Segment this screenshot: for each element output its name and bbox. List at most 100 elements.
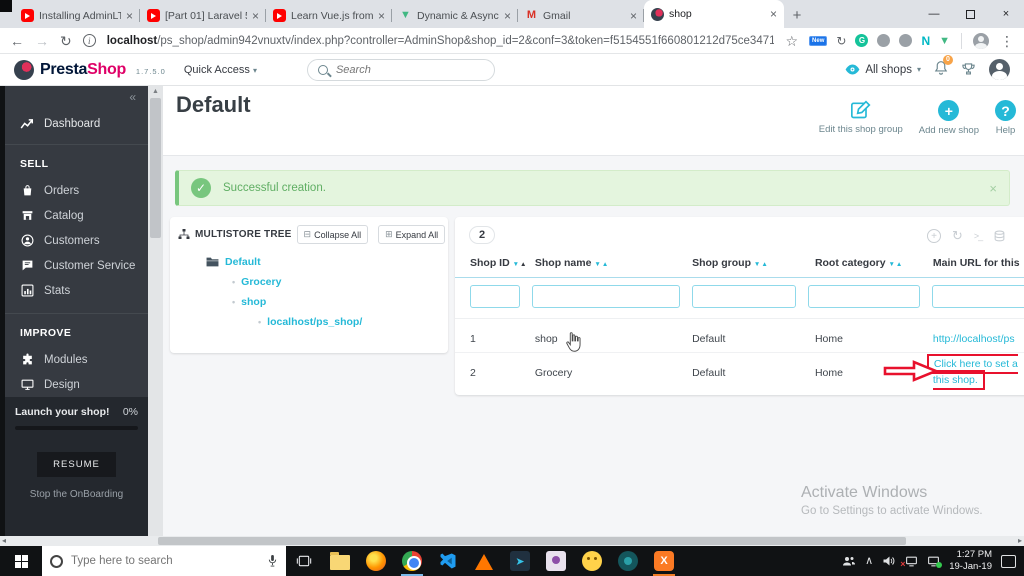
browser-tab-1[interactable]: Installing AdminLTE 3 o × (14, 3, 140, 28)
minimize-button[interactable]: — (916, 0, 952, 28)
xampp-icon[interactable]: X (646, 546, 682, 576)
column-header-root-category[interactable]: Root category ▼▲ (815, 257, 933, 269)
grammarly-icon[interactable]: G (855, 34, 869, 47)
app-icon-teal[interactable] (610, 546, 646, 576)
sort-up-icon[interactable]: ▲ (761, 261, 768, 268)
extension-icon[interactable] (899, 34, 913, 47)
app-icon-emoji[interactable] (574, 546, 610, 576)
notifications-button[interactable]: 0 (934, 54, 953, 80)
alert-close-icon[interactable]: × (989, 181, 997, 196)
task-view-button[interactable] (286, 546, 322, 576)
filter-shop-name-input[interactable] (532, 285, 680, 308)
tab-close-icon[interactable]: × (378, 9, 385, 23)
tab-close-icon[interactable]: × (630, 9, 637, 23)
extension-icon[interactable] (877, 34, 891, 47)
tree-node-default[interactable]: Default (206, 256, 448, 268)
sort-up-icon[interactable]: ▲ (896, 261, 903, 268)
cell-shop-name[interactable]: Grocery (535, 367, 692, 379)
column-header-main-url[interactable]: Main URL for this (933, 257, 1024, 269)
tray-expand-chevron-icon[interactable]: ∧ (865, 555, 873, 567)
column-header-shop-id[interactable]: Shop ID ▼▲ (470, 257, 535, 269)
column-header-shop-name[interactable]: Shop name ▼▲ (535, 257, 692, 269)
browser-tab-2[interactable]: [Part 01] Laravel 5.5 an × (140, 3, 266, 28)
browser-tab-3[interactable]: Learn Vue.js from scrat × (266, 3, 392, 28)
tab-close-icon[interactable]: × (126, 9, 133, 23)
action-center-icon[interactable] (1001, 554, 1016, 568)
taskbar-clock[interactable]: 1:27 PM 19-Jan-19 (949, 549, 992, 573)
column-header-shop-group[interactable]: Shop group ▼▲ (692, 257, 815, 269)
remote-display-icon[interactable] (927, 556, 943, 568)
vlc-icon[interactable] (466, 546, 502, 576)
sidebar-collapse-button[interactable]: « (5, 86, 148, 104)
browser-profile-avatar[interactable] (973, 32, 989, 49)
vertical-scrollbar-thumb[interactable] (150, 98, 161, 238)
forward-icon[interactable]: → (35, 34, 49, 48)
firefox-icon[interactable] (358, 546, 394, 576)
collapse-all-button[interactable]: ⊟ Collapse All (296, 225, 369, 244)
vue-devtools-icon[interactable]: ▼ (939, 35, 950, 47)
sidebar-item-customer-service[interactable]: Customer Service (5, 253, 148, 278)
browser-tab-4[interactable]: ▼ Dynamic & Async Com × (392, 3, 518, 28)
people-icon[interactable] (842, 555, 856, 567)
vertical-scrollbar[interactable]: ▲ (148, 86, 163, 536)
sidebar-item-orders[interactable]: Orders (5, 178, 148, 203)
sidebar-item-modules[interactable]: Modules (5, 347, 148, 372)
tree-node-grocery[interactable]: • Grocery (232, 276, 448, 288)
trophy-icon[interactable] (961, 62, 976, 77)
browser-menu-icon[interactable]: ⋮ (1000, 34, 1014, 48)
scroll-right-arrow[interactable]: ▸ (1018, 536, 1022, 546)
refresh-icon[interactable]: ↻ (952, 228, 963, 244)
address-bar[interactable]: localhost/ps_shop/admin942vnuxtv/index.p… (107, 35, 775, 47)
tree-node-shop-url[interactable]: • localhost/ps_shop/ (258, 316, 448, 328)
n-extension-icon[interactable]: N (921, 34, 930, 48)
table-row[interactable]: 1 shop Default Home http://localhost/ps (455, 325, 1024, 353)
sidebar-item-customers[interactable]: Customers (5, 228, 148, 253)
sort-up-icon[interactable]: ▲ (602, 261, 609, 268)
admin-profile-avatar[interactable] (989, 59, 1010, 80)
set-url-link[interactable]: Click here to set a (934, 358, 1018, 370)
app-icon-arrow[interactable]: ➤ (502, 546, 538, 576)
sort-down-icon[interactable]: ▼ (594, 261, 601, 268)
reload-icon[interactable]: ↻ (60, 34, 72, 48)
maximize-button[interactable] (952, 0, 988, 28)
close-window-button[interactable]: × (988, 0, 1024, 28)
microphone-icon[interactable] (267, 554, 278, 568)
admin-search-box[interactable] (306, 58, 495, 81)
cell-main-url-link[interactable]: http://localhost/ps (933, 333, 1024, 345)
shop-context-selector[interactable]: All shops ▾ (845, 64, 921, 76)
expand-all-button[interactable]: ⊞ Expand All (378, 225, 446, 244)
history-extension-icon[interactable]: ↻ (836, 34, 846, 48)
scroll-up-arrow[interactable]: ▲ (148, 86, 163, 98)
taskbar-search-input[interactable] (71, 555, 259, 567)
filter-shop-id-input[interactable] (470, 285, 520, 308)
filter-main-url-input[interactable] (932, 285, 1024, 308)
admin-search-input[interactable] (335, 63, 466, 76)
browser-tab-5[interactable]: M Gmail × (518, 3, 644, 28)
horizontal-scrollbar[interactable]: ◂ ▸ (0, 536, 1024, 546)
back-icon[interactable]: ← (10, 34, 24, 48)
page-info-icon[interactable]: i (82, 34, 96, 47)
app-icon-photos[interactable] (538, 546, 574, 576)
sql-query-icon[interactable]: >_ (974, 231, 983, 241)
set-url-link[interactable]: this shop. (933, 374, 978, 386)
sidebar-item-catalog[interactable]: Catalog (5, 203, 148, 228)
prestashop-logo[interactable]: PrestaShop (14, 59, 126, 80)
sort-down-icon[interactable]: ▼ (513, 261, 520, 268)
filter-shop-group-input[interactable] (692, 285, 796, 308)
quick-access-menu[interactable]: Quick Access ▾ (184, 64, 257, 76)
network-icon[interactable]: × (900, 556, 918, 568)
chrome-icon[interactable] (394, 546, 430, 576)
edit-shop-group-button[interactable]: Edit this shop group (819, 100, 903, 136)
add-row-icon[interactable]: + (927, 229, 941, 243)
speaker-icon[interactable] (882, 555, 896, 567)
filter-root-category-input[interactable] (808, 285, 920, 308)
export-database-icon[interactable] (993, 230, 1006, 243)
horizontal-scrollbar-thumb[interactable] (158, 537, 906, 545)
sort-up-icon[interactable]: ▲ (520, 261, 527, 268)
bookmark-star-icon[interactable]: ☆ (785, 34, 798, 48)
vscode-icon[interactable] (430, 546, 466, 576)
taskbar-search-box[interactable] (42, 546, 286, 576)
tab-close-icon[interactable]: × (504, 9, 511, 23)
tab-close-icon[interactable]: × (770, 7, 777, 21)
sidebar-item-design[interactable]: Design (5, 372, 148, 397)
